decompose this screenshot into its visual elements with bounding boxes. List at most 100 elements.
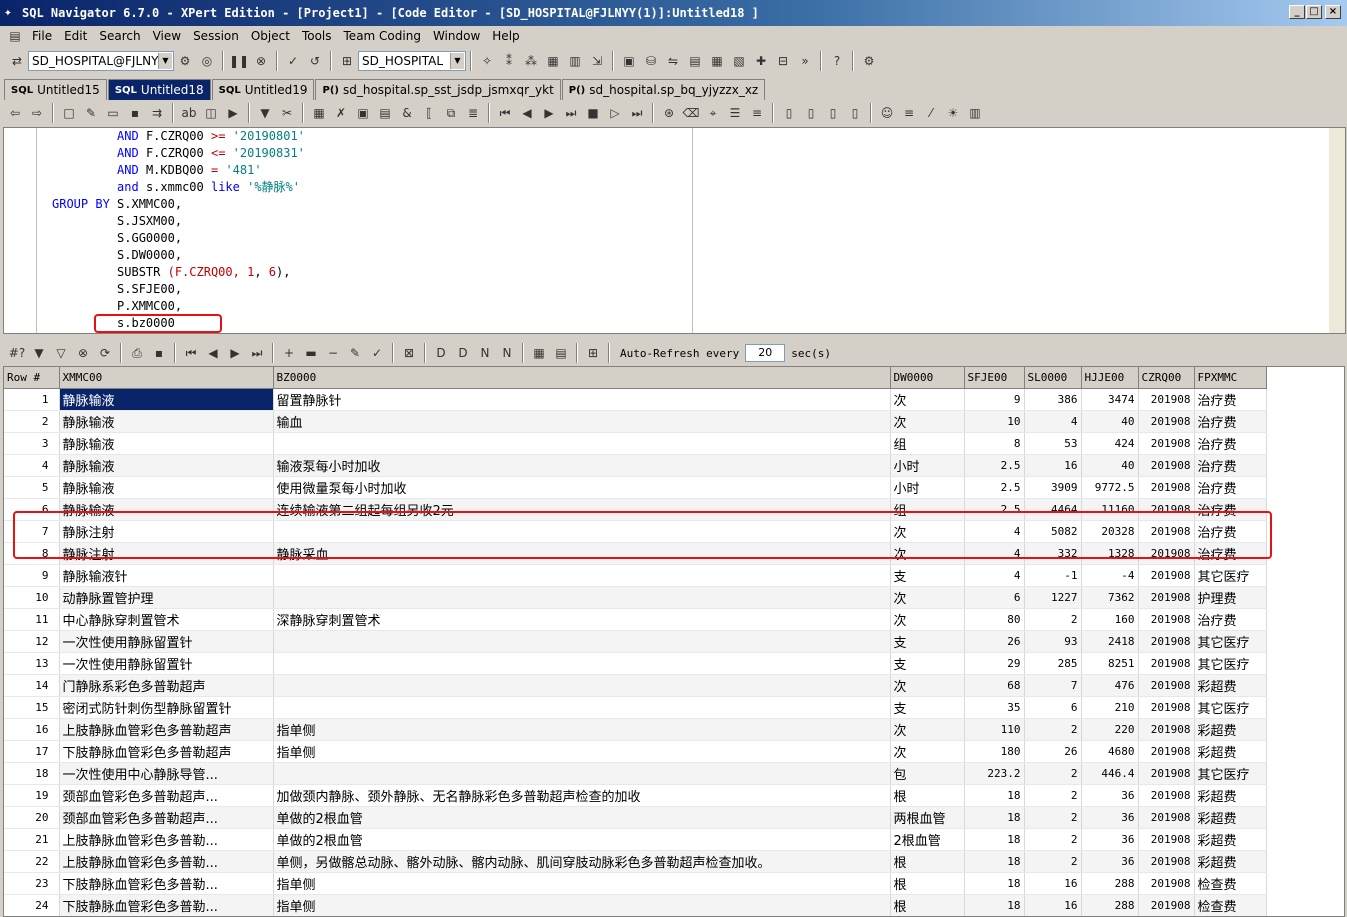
table-row[interactable]: 20 颈部血管彩色多普勒超声... 单做的2根血管 两根血管 18 2 36 201908 彩超… [4, 806, 1267, 829]
table-cell[interactable]: 治疗费 [1194, 410, 1267, 433]
prev-icon[interactable]: ◀ [518, 104, 536, 122]
table-cell[interactable]: 2根血管 [890, 828, 965, 851]
step-icon[interactable]: ⏭ [562, 104, 580, 122]
table-cell[interactable]: 223.2 [964, 762, 1025, 785]
columns-icon[interactable]: ⊞ [584, 344, 602, 362]
page-icon[interactable]: ▤ [376, 104, 394, 122]
save-icon[interactable]: ▪ [150, 344, 168, 362]
code-line[interactable]: GROUP BY S.XMMC00, [52, 196, 305, 213]
table-cell[interactable]: 18 [964, 784, 1025, 807]
table-cell[interactable]: 其它医疗 [1194, 630, 1267, 653]
table-cell[interactable]: 201908 [1138, 850, 1195, 873]
minimize-button[interactable]: _ [1289, 5, 1305, 19]
code-line[interactable]: AND M.KDBQ00 = '481' [52, 162, 305, 179]
code-line[interactable]: AND F.CZRQ00 <= '20190831' [52, 145, 305, 162]
table-cell[interactable]: 彩超费 [1194, 674, 1267, 697]
table-cell[interactable]: 一次性使用静脉留置针 [59, 630, 274, 653]
form-view-icon[interactable]: ▤ [552, 344, 570, 362]
table-row[interactable]: 9 静脉输液针 支 4 -1 -4 201908 其它医疗 [4, 564, 1267, 587]
table-cell[interactable]: 彩超费 [1194, 784, 1267, 807]
column-header[interactable]: SL0000 [1024, 367, 1082, 389]
column-header[interactable]: DW0000 [890, 367, 965, 389]
edit-record-icon[interactable]: ✎ [346, 344, 364, 362]
db-explorer-icon[interactable]: ⛁ [642, 52, 660, 70]
column-header[interactable]: Row # [4, 367, 60, 389]
table-cell[interactable]: 使用微量泵每小时加收 [273, 476, 891, 499]
table-cell[interactable] [273, 630, 891, 653]
table-cell[interactable]: 201908 [1138, 564, 1195, 587]
table-cell[interactable]: 检查费 [1194, 872, 1267, 895]
table-cell[interactable]: 80 [964, 608, 1025, 631]
table-cell[interactable]: 静脉输液 [59, 454, 274, 477]
table-cell[interactable]: 静脉输液针 [59, 564, 274, 587]
table-cell[interactable]: 次 [890, 410, 965, 433]
table-cell[interactable]: 上肢静脉血管彩色多普勒... [59, 850, 274, 873]
tab-sp-bq-yjyzzx[interactable]: P() sd_hospital.sp_bq_yjyzzx_xz [561, 79, 766, 100]
report-icon[interactable]: ▤ [686, 52, 704, 70]
table-cell[interactable]: 次 [890, 740, 965, 763]
table-cell[interactable]: 组 [890, 432, 965, 455]
book-icon[interactable]: ▥ [966, 104, 984, 122]
table-cell[interactable]: 上肢静脉血管彩色多普勒超声 [59, 718, 274, 741]
table-cell[interactable]: 18 [964, 806, 1025, 829]
table-row[interactable]: 22 上肢静脉血管彩色多普勒... 单侧，另做髂总动脉、髂外动脉、髂内动脉、肌间穿肢… [4, 850, 1267, 873]
table-cell[interactable]: 16 [1024, 872, 1082, 895]
table-cell[interactable]: 颈部血管彩色多普勒超声... [59, 784, 274, 807]
table-cell[interactable]: 201908 [1138, 696, 1195, 719]
transfer-icon[interactable]: ⇋ [664, 52, 682, 70]
table-cell[interactable]: 201908 [1138, 476, 1195, 499]
table-cell[interactable]: 输液泵每小时加收 [273, 454, 891, 477]
cancel-icon[interactable]: ⊗ [74, 344, 92, 362]
next-icon[interactable]: ▷ [606, 104, 624, 122]
clear-filter-icon[interactable]: ✂ [278, 104, 296, 122]
menu-view[interactable]: View [147, 29, 187, 43]
tab-untitled18[interactable]: SQL Untitled18 [107, 79, 211, 100]
table-cell[interactable]: 18 [964, 872, 1025, 895]
menu-file[interactable]: File [26, 29, 58, 43]
code-editor[interactable]: AND F.CZRQ00 >= '20190801' AND F.CZRQ00 … [3, 127, 1346, 334]
doc-icon[interactable]: ▯ [802, 104, 820, 122]
table-cell[interactable]: 根 [890, 850, 965, 873]
menu-help[interactable]: Help [486, 29, 525, 43]
table-cell[interactable]: 7362 [1081, 586, 1139, 609]
table-cell[interactable]: 治疗费 [1194, 476, 1267, 499]
menu-tools[interactable]: Tools [296, 29, 338, 43]
code-line[interactable]: S.GG0000, [52, 230, 305, 247]
table-cell[interactable]: 26 [964, 630, 1025, 653]
table-row[interactable]: 14 门静脉系彩色多普勒超声 次 68 7 476 201908 彩超费 [4, 674, 1267, 697]
table-cell[interactable] [273, 652, 891, 675]
table-cell[interactable]: 支 [890, 696, 965, 719]
table-cell[interactable]: 180 [964, 740, 1025, 763]
table-row[interactable]: 19 颈部血管彩色多普勒超声... 加做颈内静脉、颈外静脉、无名静脉彩色多普勒超声检… [4, 784, 1267, 807]
new-file-icon[interactable]: □ [60, 104, 78, 122]
table-cell[interactable]: 288 [1081, 872, 1139, 895]
table-cell[interactable]: 下肢静脉血管彩色多普勒超声 [59, 740, 274, 763]
table-cell[interactable]: 输血 [273, 410, 891, 433]
table-cell[interactable]: 201908 [1138, 718, 1195, 741]
watch-icon[interactable]: ⌖ [704, 104, 722, 122]
table-cell[interactable]: 201908 [1138, 432, 1195, 455]
table-cell[interactable]: 93 [1024, 630, 1082, 653]
table-cell[interactable]: 9772.5 [1081, 476, 1139, 499]
ampersand-icon[interactable]: & [398, 104, 416, 122]
table-cell[interactable]: 16 [1024, 894, 1082, 916]
last-icon[interactable]: ⏭ [628, 104, 646, 122]
schema-tree-icon[interactable]: ⊞ [338, 52, 356, 70]
table-cell[interactable]: 26 [1024, 740, 1082, 763]
table-row[interactable]: 16 上肢静脉血管彩色多普勒超声 指单侧次 110 2 220 201908 彩超费 [4, 718, 1267, 741]
table-cell[interactable]: 彩超费 [1194, 806, 1267, 829]
code-line[interactable]: and s.xmmc00 like '%静脉%' [52, 179, 305, 196]
tab-untitled19[interactable]: SQL Untitled19 [211, 79, 315, 100]
code-line[interactable]: P.XMMC00, [52, 298, 305, 315]
help-icon[interactable]: ? [828, 52, 846, 70]
table-row[interactable]: 4 静脉输液 输液泵每小时加收 小时 2.5 16 40 201908 治疗费 [4, 454, 1267, 477]
table-cell[interactable] [273, 696, 891, 719]
table-cell[interactable]: 指单侧 [273, 718, 891, 741]
delete-record-icon[interactable]: − [324, 344, 342, 362]
clear-filter-icon[interactable]: ▽ [52, 344, 70, 362]
table-cell[interactable]: 1227 [1024, 586, 1082, 609]
first-icon[interactable]: ⏮ [496, 104, 514, 122]
x-grid-icon[interactable]: ⊠ [400, 344, 418, 362]
table-cell[interactable]: 其它医疗 [1194, 564, 1267, 587]
grid-icon[interactable]: ▦ [310, 104, 328, 122]
